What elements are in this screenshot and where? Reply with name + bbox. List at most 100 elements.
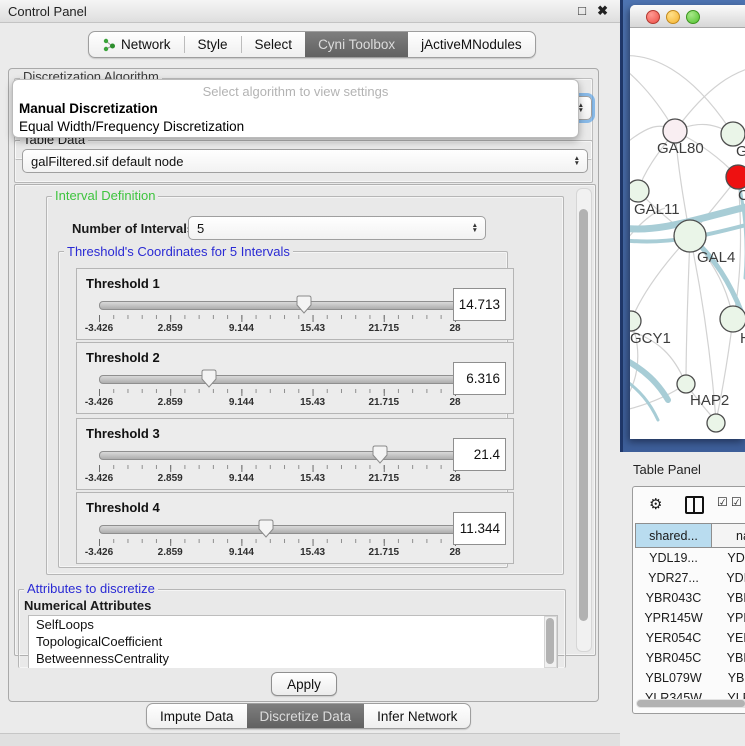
table-cell[interactable]: YBR043C	[636, 588, 712, 608]
threshold-2-panel: Threshold 2 -3.4262.8599.14415.4321.7152…	[76, 342, 514, 414]
minimize-traffic-light[interactable]	[666, 10, 680, 24]
network-view-window: GAL80 G C GAL11 GAL4 GCY1 H HAP2	[630, 5, 745, 439]
tick-label: 15.43	[300, 397, 325, 408]
zoom-traffic-light[interactable]	[686, 10, 700, 24]
node-red-selected[interactable]	[726, 165, 745, 189]
node-gal4[interactable]	[674, 220, 706, 252]
tab-label: jActiveMNodules	[421, 37, 522, 52]
vertical-scrollbar[interactable]	[576, 188, 592, 652]
node-unlabeled-h[interactable]	[720, 306, 745, 332]
table-data-combo[interactable]: galFiltered.sif default node ▲▼	[22, 149, 588, 173]
slider-thumb[interactable]	[201, 369, 217, 388]
table-row[interactable]: YDR27...YDR2	[636, 568, 745, 588]
table-cell[interactable]: YDR27...	[636, 568, 712, 588]
slider-tick-labels: -3.4262.8599.14415.4321.71528	[99, 397, 455, 408]
table-cell[interactable]: YDL1	[712, 548, 745, 569]
slider-track[interactable]	[99, 525, 457, 534]
threshold-1-panel: Threshold 1 -3.4262.8599.14415.4321.7152…	[76, 268, 514, 340]
tab-select[interactable]: Select	[242, 32, 306, 57]
slider-thumb[interactable]	[296, 295, 312, 314]
gear-icon[interactable]: ⚙	[649, 495, 662, 513]
threshold-1-value-field[interactable]: 14.713	[453, 288, 506, 321]
slider-tick-labels: -3.4262.8599.14415.4321.71528	[99, 547, 455, 558]
checkbox-icon[interactable]: ☑	[717, 495, 728, 509]
table-cell[interactable]: YBR0	[712, 648, 745, 668]
table-cell[interactable]: YER0	[712, 628, 745, 648]
threshold-4-value-field[interactable]: 11.344	[453, 512, 506, 545]
tab-discretize-data[interactable]: Discretize Data	[247, 704, 365, 728]
node-label-gal4: GAL4	[697, 249, 735, 266]
float-window-icon[interactable]: □	[578, 3, 586, 18]
close-traffic-light[interactable]	[646, 10, 660, 24]
threshold-2-value-field[interactable]: 6.316	[453, 362, 506, 395]
tick-label: -3.426	[85, 397, 113, 408]
numerical-attributes-list[interactable]: SelfLoops TopologicalCoefficient Between…	[28, 615, 558, 669]
tick-label: 2.859	[158, 473, 183, 484]
table-cell[interactable]: YDL19...	[636, 548, 712, 569]
slider-track[interactable]	[99, 301, 457, 310]
list-item[interactable]: TopologicalCoefficient	[29, 633, 557, 650]
thresholds-group: Threshold's Coordinates for 5 Intervals …	[58, 251, 508, 568]
num-intervals-combo[interactable]: 5 ▲▼	[188, 216, 486, 240]
column-header-name[interactable]: na	[712, 524, 745, 548]
horizontal-scrollbar-thumb[interactable]	[637, 700, 745, 707]
network-graph: GAL80 G C GAL11 GAL4 GCY1 H HAP2	[630, 28, 745, 439]
apply-button[interactable]: Apply	[271, 672, 337, 696]
vertical-scrollbar-thumb[interactable]	[579, 209, 588, 621]
table-cell[interactable]: YDR2	[712, 568, 745, 588]
tick-label: 28	[449, 547, 460, 558]
node-hap2[interactable]	[677, 375, 695, 393]
table-cell[interactable]: YBL0	[712, 668, 745, 688]
attributes-scrollbar-thumb[interactable]	[546, 618, 554, 664]
table-cell[interactable]: YER054C	[636, 628, 712, 648]
table-row[interactable]: YBR045CYBR0	[636, 648, 745, 668]
table-row[interactable]: YDL19...YDL1	[636, 548, 745, 569]
list-item[interactable]: BetweennessCentrality	[29, 650, 557, 667]
table-cell[interactable]: YBR045C	[636, 648, 712, 668]
window-title: Control Panel	[8, 4, 87, 19]
tick-label: 15.43	[300, 323, 325, 334]
slider-track[interactable]	[99, 375, 457, 384]
tick-label: -3.426	[85, 473, 113, 484]
table-row[interactable]: YPR145WYPR1	[636, 608, 745, 628]
node-unlabeled-bottom[interactable]	[707, 414, 725, 432]
network-canvas[interactable]: GAL80 G C GAL11 GAL4 GCY1 H HAP2	[630, 28, 745, 439]
tab-style[interactable]: Style	[185, 32, 241, 57]
table-cell[interactable]: YIL0	[712, 708, 745, 714]
dropdown-option-manual[interactable]: Manual Discretization	[19, 101, 158, 116]
node-label-hap2: HAP2	[690, 392, 729, 409]
threshold-1-slider[interactable]: -3.4262.8599.14415.4321.71528	[99, 297, 455, 333]
table-row[interactable]: YER054CYER0	[636, 628, 745, 648]
table-row[interactable]: YIL052CYIL0	[636, 708, 745, 714]
attributes-scrollbar[interactable]	[544, 616, 557, 668]
slider-thumb[interactable]	[372, 445, 388, 464]
table-cell[interactable]: YBR0	[712, 588, 745, 608]
column-header-shared[interactable]: shared...	[636, 524, 712, 548]
threshold-2-slider[interactable]: -3.4262.8599.14415.4321.71528	[99, 371, 455, 407]
table-row[interactable]: YBL079WYBL0	[636, 668, 745, 688]
node-gcy1[interactable]	[630, 311, 641, 331]
table-row[interactable]: YBR043CYBR0	[636, 588, 745, 608]
tab-impute-data[interactable]: Impute Data	[147, 704, 247, 728]
dropdown-option-equal-width[interactable]: Equal Width/Frequency Discretization	[19, 119, 244, 134]
list-item[interactable]: SelfLoops	[29, 616, 557, 633]
tab-infer-network[interactable]: Infer Network	[364, 704, 470, 728]
node-label-gal80: GAL80	[657, 140, 704, 157]
tab-network[interactable]: Network	[89, 32, 184, 57]
checkbox-icon[interactable]: ☑	[731, 495, 742, 509]
horizontal-scrollbar[interactable]	[636, 699, 745, 708]
threshold-4-slider[interactable]: -3.4262.8599.14415.4321.71528	[99, 521, 455, 557]
node-gal11[interactable]	[630, 180, 649, 202]
tab-cyni-toolbox[interactable]: Cyni Toolbox	[305, 32, 408, 57]
slider-thumb[interactable]	[258, 519, 274, 538]
table-cell[interactable]: YIL052C	[636, 708, 712, 714]
threshold-3-slider[interactable]: -3.4262.8599.14415.4321.71528	[99, 447, 455, 483]
slider-track[interactable]	[99, 451, 457, 460]
table-cell[interactable]: YBL079W	[636, 668, 712, 688]
table-cell[interactable]: YPR1	[712, 608, 745, 628]
table-cell[interactable]: YPR145W	[636, 608, 712, 628]
columns-icon[interactable]	[685, 496, 704, 514]
close-window-icon[interactable]: ✖	[597, 3, 608, 19]
tab-jactivemnodules[interactable]: jActiveMNodules	[408, 32, 535, 57]
threshold-3-value-field[interactable]: 21.4	[453, 438, 506, 471]
